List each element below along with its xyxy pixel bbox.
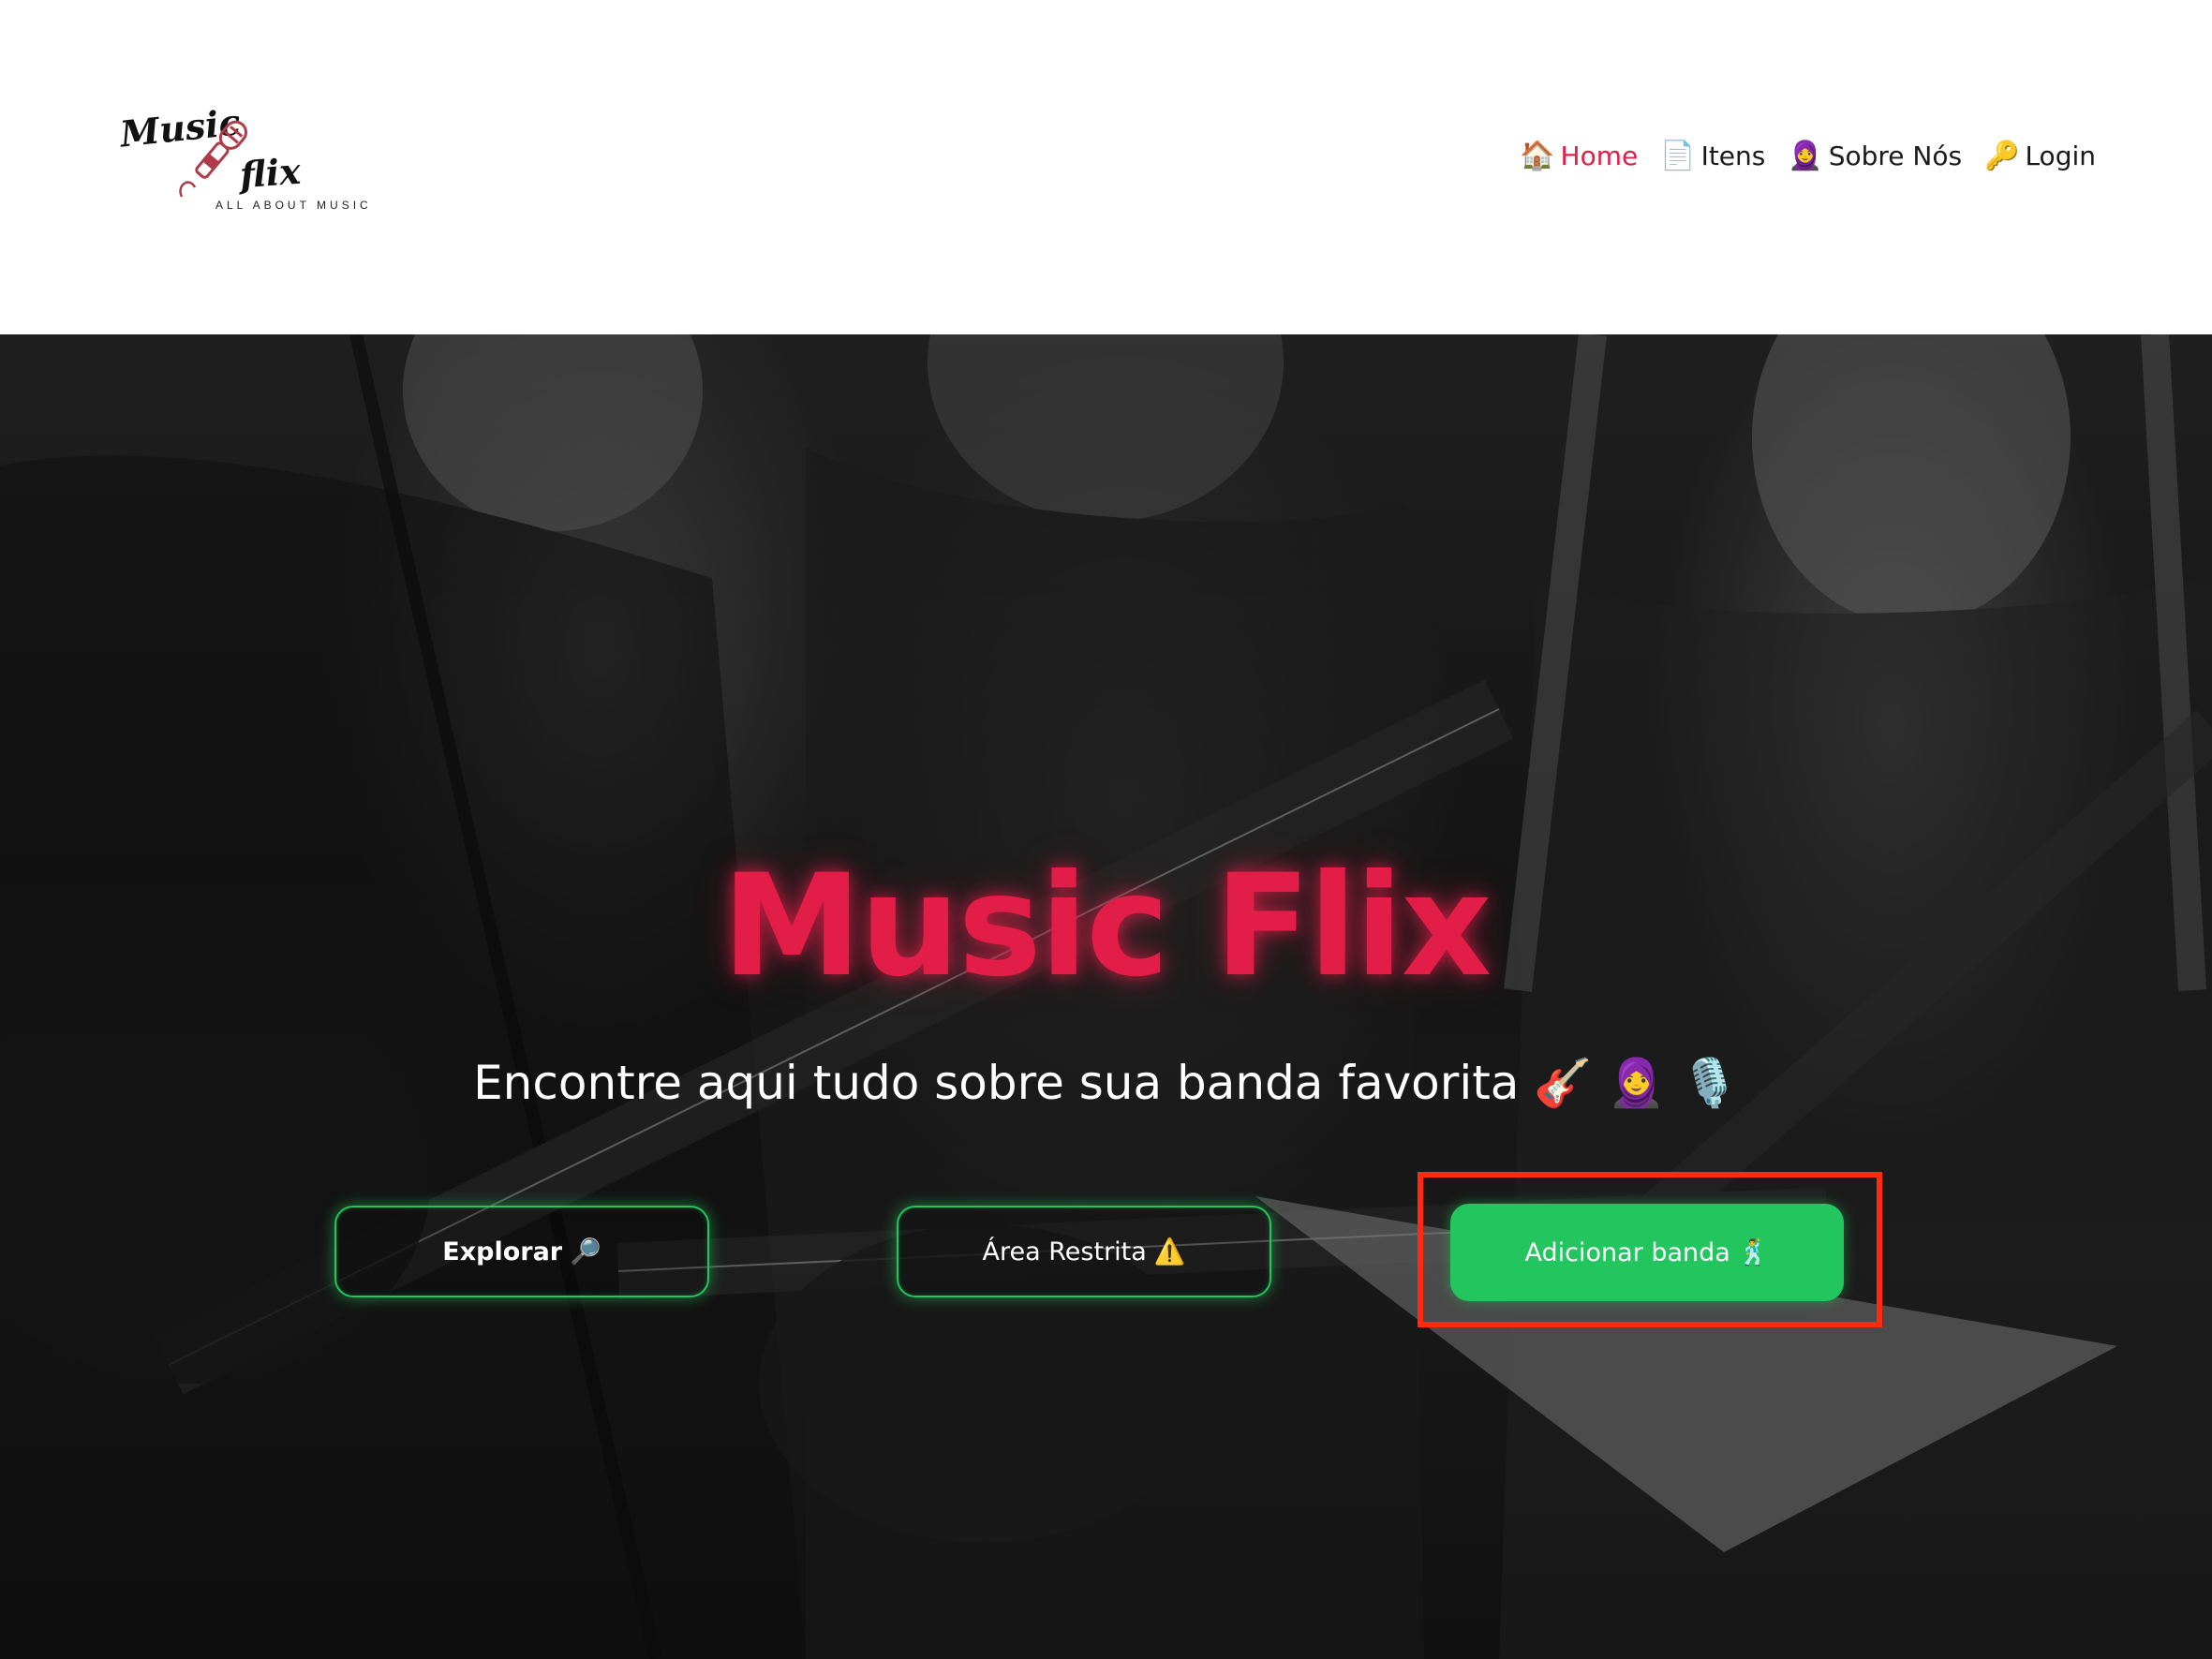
nav-home-label: Home [1560, 140, 1639, 171]
explore-button-label: Explorar [442, 1237, 563, 1266]
nav-home-link[interactable]: 🏠 Home [1520, 140, 1638, 172]
hero-subtitle: Encontre aqui tudo sobre sua banda favor… [473, 1056, 1739, 1110]
logo-word-flix: flix [238, 149, 303, 197]
key-icon: 🔑 [1984, 139, 2020, 172]
hero-section: Music Flix Encontre aqui tudo sobre sua … [0, 334, 2212, 1659]
main-nav: 🏠 Home 📄 Itens 🧕 Sobre Nós 🔑 Login [1520, 132, 2096, 179]
nav-sobre-label: Sobre Nós [1828, 140, 1963, 171]
nav-itens-label: Itens [1700, 140, 1766, 171]
document-icon: 📄 [1660, 139, 1696, 172]
hero-title: Music Flix [721, 845, 1492, 1008]
magnifier-icon: 🔎 [570, 1237, 601, 1266]
restricted-area-button-label: Área Restrita [982, 1237, 1147, 1266]
highlight-annotation [1418, 1172, 1882, 1327]
nav-sobre-link[interactable]: 🧕 Sobre Nós [1788, 140, 1962, 172]
nav-itens-link[interactable]: 📄 Itens [1660, 140, 1765, 172]
house-icon: 🏠 [1520, 139, 1555, 172]
music-flix-logo[interactable]: Music flix ALL ABOUT MUSIC [116, 100, 368, 222]
restricted-area-button[interactable]: Área Restrita ⚠️ [897, 1206, 1271, 1297]
logo-tagline: ALL ABOUT MUSIC [215, 199, 372, 212]
warning-icon: ⚠️ [1153, 1237, 1186, 1266]
nav-login-link[interactable]: 🔑 Login [1984, 140, 2096, 172]
site-header: Music flix ALL ABOUT MUSIC 🏠 Home 📄 Iten… [0, 0, 2212, 334]
person-icon: 🧕 [1788, 139, 1823, 172]
explore-button[interactable]: Explorar 🔎 [334, 1206, 709, 1297]
nav-login-label: Login [2025, 140, 2096, 171]
